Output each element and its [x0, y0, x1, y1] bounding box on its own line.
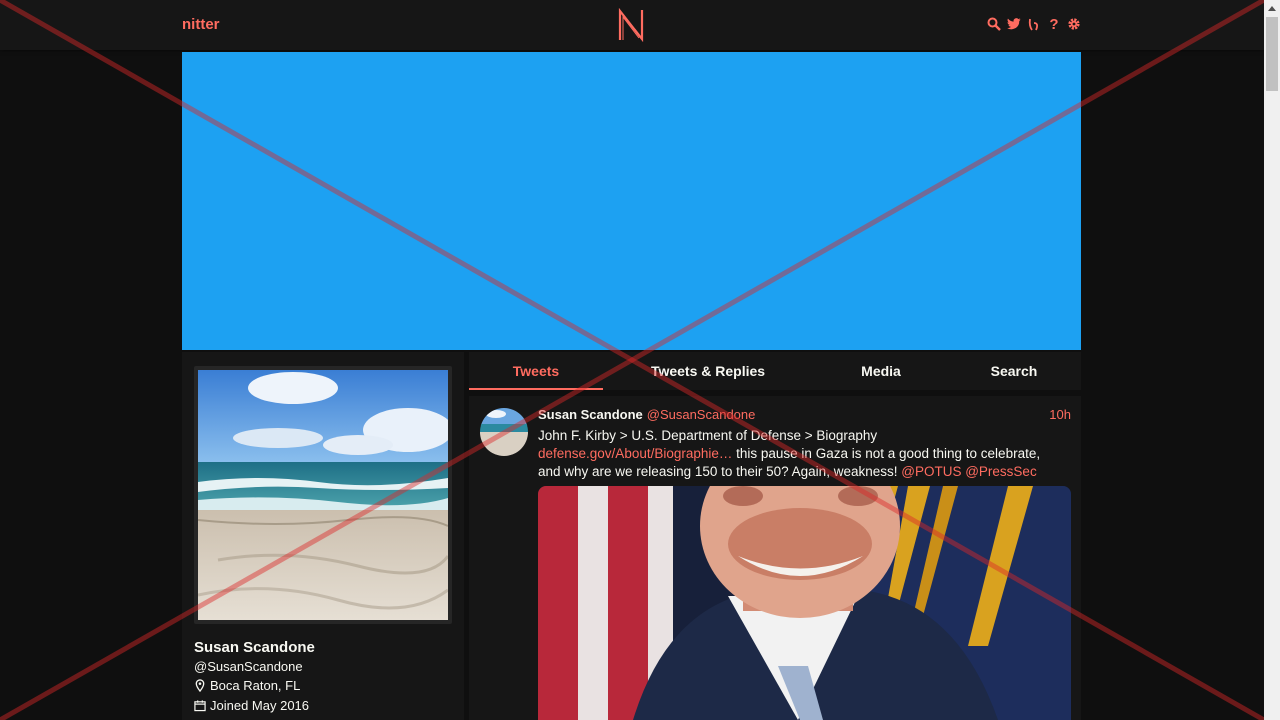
- tab-tweets[interactable]: Tweets: [469, 352, 603, 390]
- gear-icon[interactable]: [1067, 16, 1081, 32]
- tweet-line: defense.gov/About/Biographie… this pause…: [538, 445, 1068, 463]
- tweet-line: John F. Kirby > U.S. Department of Defen…: [538, 428, 878, 443]
- tweet-content: John F. Kirby > U.S. Department of Defen…: [538, 427, 1068, 481]
- timeline-tabs: Tweets Tweets & Replies Media Search: [469, 352, 1081, 390]
- nitter-logo-icon[interactable]: [617, 8, 645, 42]
- tweet-header: Susan Scandone @SusanScandone: [538, 407, 755, 422]
- beach-photo: [198, 370, 448, 620]
- profile-location: Boca Raton, FL: [194, 678, 300, 693]
- profile-card: Susan Scandone @SusanScandone Boca Raton…: [182, 352, 464, 720]
- nav-icons: ?: [987, 16, 1081, 33]
- search-icon[interactable]: [987, 16, 1001, 32]
- location-text: Boca Raton, FL: [210, 678, 301, 693]
- tab-search[interactable]: Search: [965, 352, 1063, 390]
- profile-fullname[interactable]: Susan Scandone: [194, 639, 315, 656]
- help-icon[interactable]: ?: [1047, 16, 1061, 33]
- tweet-link[interactable]: defense.gov/About/Biographie…: [538, 446, 732, 461]
- vertical-scrollbar[interactable]: [1264, 0, 1280, 720]
- scroll-up-arrow-icon[interactable]: [1264, 0, 1280, 16]
- tab-tweets-and-replies[interactable]: Tweets & Replies: [627, 352, 789, 390]
- tweet-text: and why are we releasing 150 to their 50…: [538, 464, 902, 479]
- tweet-avatar[interactable]: [480, 408, 528, 456]
- scrollbar-thumb[interactable]: [1266, 17, 1278, 91]
- profile-joined: Joined May 2016: [194, 698, 309, 713]
- profile-avatar[interactable]: [194, 366, 452, 624]
- calendar-icon: [194, 700, 206, 712]
- mention-potus[interactable]: @POTUS: [901, 464, 961, 479]
- tweet-date[interactable]: 10h: [1049, 407, 1071, 422]
- site-name-link[interactable]: nitter: [182, 16, 220, 33]
- twitter-bird-icon[interactable]: [1007, 16, 1021, 32]
- profile-banner[interactable]: [182, 52, 1081, 350]
- portrait-photo: [538, 486, 1071, 720]
- rss-icon[interactable]: [1027, 16, 1041, 32]
- mention-presssec[interactable]: @PressSec: [965, 464, 1036, 479]
- tweet-image[interactable]: [538, 486, 1071, 720]
- map-pin-icon: [195, 679, 205, 692]
- tweet-line: and why are we releasing 150 to their 50…: [538, 463, 1068, 481]
- navbar: nitter ?: [0, 0, 1264, 50]
- tweet-text: this pause in Gaza is not a good thing t…: [732, 446, 1041, 461]
- tweet-item[interactable]: Susan Scandone @SusanScandone 10h John F.…: [469, 396, 1081, 720]
- tweet-username[interactable]: @SusanScandone: [647, 407, 756, 422]
- tab-media[interactable]: Media: [831, 352, 931, 390]
- joined-text: Joined May 2016: [210, 698, 310, 713]
- profile-username[interactable]: @SusanScandone: [194, 659, 303, 674]
- tweet-fullname[interactable]: Susan Scandone: [538, 407, 643, 422]
